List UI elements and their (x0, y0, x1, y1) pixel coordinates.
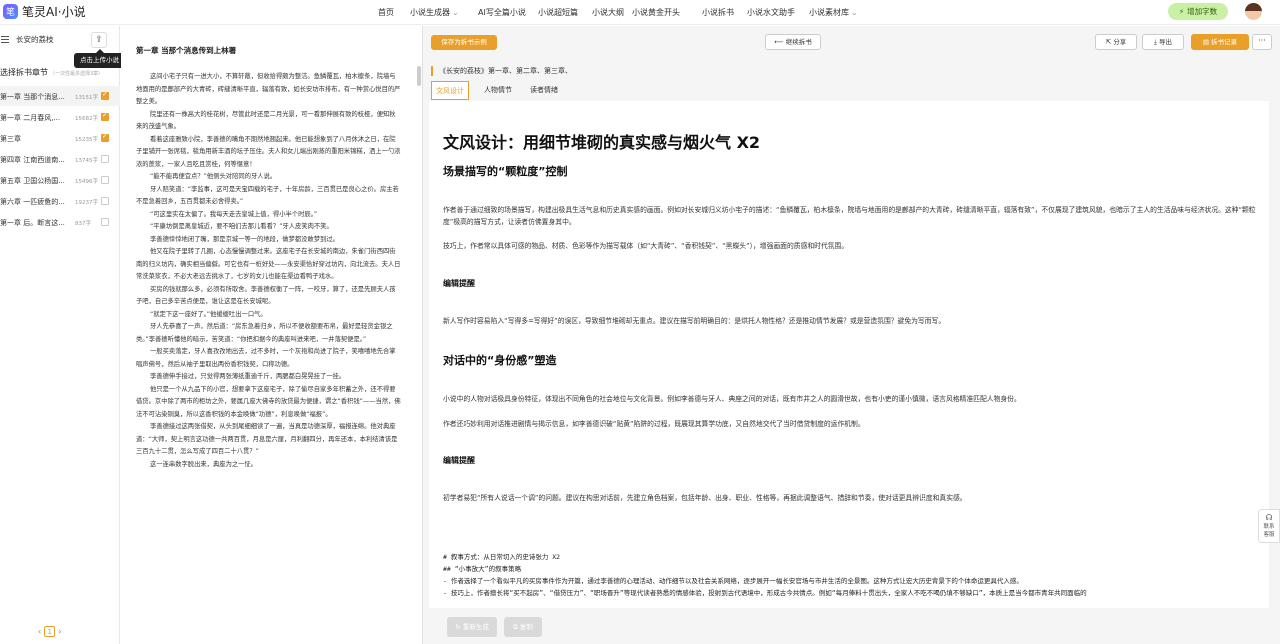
more-button[interactable]: ··· (1252, 34, 1272, 50)
chapter-checkbox[interactable] (101, 111, 109, 121)
chapter-checkbox[interactable] (101, 90, 109, 100)
editor-note-heading: 编辑提醒 (443, 279, 475, 288)
paragraph: “能不能再便宜点？”他侧头对陪同的牙人说。 (150, 173, 277, 180)
continue-breakdown-button[interactable]: ⟵ 继续拆书 (765, 34, 821, 50)
nav-item-home[interactable]: 首页 (378, 7, 394, 18)
share-button[interactable]: ⇱ 分享 (1095, 34, 1137, 50)
paragraph: 这一连串数字脱出来，典座为之一怔。 (150, 460, 258, 468)
selected-chapters: 《长安的荔枝》第一章、第二章、第三章、 (431, 66, 572, 76)
paragraph: 李善德接过这两张借契，从头到尾细细读了一遍，当真是功德深厚，福报连绵。他对典座道… (136, 423, 398, 455)
doc-heading: 文风设计：用细节堆砌的真实感与烟火气 X2 (443, 133, 761, 152)
chapter-checkbox[interactable] (101, 132, 109, 142)
regenerate-button[interactable]: ↻ 重新生成 (447, 617, 497, 637)
chapter-item[interactable]: 第四章 江南西道南... 13745字 (0, 149, 120, 169)
next-page-icon[interactable]: › (58, 627, 61, 636)
paragraph: 看着这座雅致小院，李善德的嘴角不期然地翘起来。他已能想象到了八月休沐之日，在院子… (136, 135, 401, 168)
paragraph: 李善德伸手接过，只觉得两张薄纸重逾千斤，两腮都白晃晃挂了一挂。 (150, 373, 346, 380)
chapter-item[interactable]: 第一章 后。断言这... 837字 (0, 212, 120, 232)
chapter-reader: 第一章 当那个消息传到上林署 这间小宅子只有一进大小，不算轩敞，但收拾得颇为整洁… (121, 26, 422, 644)
chapter-item[interactable]: 第一章 二月春风,... 15682字 (0, 107, 120, 127)
chapter-checkbox[interactable] (101, 218, 109, 226)
markdown-line: - 作者选择了一个看似平凡的买房事件作为开篇，通过李善德的心理活动、动作细节以及… (443, 577, 1023, 585)
tab-characters-plot[interactable]: 人物情节 (480, 81, 516, 100)
chapter-checkbox[interactable] (101, 155, 109, 163)
chevron-down-icon: ⌄ (851, 8, 858, 17)
paragraph: 李善德悻悻地闭了嘴，那是京城一等一的地段，做梦都没敢梦到过。 (150, 235, 339, 243)
copy-button[interactable]: ⧉ 复制 (504, 617, 542, 637)
book-icon: ▤ (1202, 38, 1212, 46)
doc-paragraph: 小说中的人物对话极具身份特征，体现出不同角色的社会地位与文化背景。例如李善德与牙… (443, 395, 1021, 403)
doc-paragraph: 作者善于通过细致的场景描写，构建出极具生活气息和历史真实感的画面。例如对长安城归… (443, 206, 1256, 226)
doc-paragraph: 初学者易犯“所有人说话一个调”的问题。建议在构思对话前，先建立角色档案，包括年龄… (443, 494, 967, 502)
section-title: 选择拆书章节 （一次性最多选择3章） (0, 68, 104, 77)
main-nav: 首页 小说生成器 ⌄ AI写全篇小说 小说超短篇 小说大纲 小说黄金开头 小说拆书… (0, 7, 1280, 19)
chapter-sidebar: 长安的荔枝 ⇪ 点击上传小说 选择拆书章节 （一次性最多选择3章） 第一章 当那个… (0, 26, 125, 644)
section-heading: 对话中的“身份感”塑造 (443, 354, 557, 367)
markdown-line: - 技巧上，作者擅长将“买不起房”、“借贷压力”、“职场晋升”等现代读者熟悉的情… (443, 589, 1087, 597)
nav-item-generator[interactable]: 小说生成器 ⌄ (410, 7, 459, 18)
paragraph: 这间小宅子只有一进大小，不算轩敞，但收拾得颇为整洁。鱼鳞覆瓦，柏木檩条，院墙与地… (136, 73, 401, 105)
export-button[interactable]: ⤓ 导出 (1142, 34, 1184, 50)
prev-page-icon[interactable]: ‹ (38, 627, 41, 636)
customer-service-button[interactable]: ☊ 联系 客服 (1258, 509, 1280, 543)
nav-item-full-novel[interactable]: AI写全篇小说 (478, 7, 526, 18)
doc-paragraph: 技巧上，作者常以具体可感的物品、材质、色彩等作为描写载体（如“大青砖”、“香积钱… (443, 242, 849, 250)
tab-style-design[interactable]: 文风设计 (431, 81, 469, 100)
chapter-text: 这间小宅子只有一进大小，不算轩敞，但收拾得颇为整洁。鱼鳞覆瓦，柏木檩条，院墙与地… (136, 71, 401, 471)
breakdown-pane: 保存为拆书示例 ⟵ 继续拆书 ⇱ 分享 ⤓ 导出 ▤ 拆书记录 ··· 《长安的… (423, 26, 1280, 644)
page-number[interactable]: 1 (44, 626, 56, 637)
refresh-icon: ↻ (455, 623, 463, 631)
breakdown-document: 文风设计：用细节堆砌的真实感与烟火气 X2 场景描写的“颗粒度”控制 作者善于通… (429, 101, 1269, 608)
paragraph: 他只是一个从九品下的小官，想要拿下这座宅子，除了偷尽自家多年积蓄之外，还不得要借… (136, 385, 401, 418)
nav-item-materials[interactable]: 小说素材库 ⌄ (809, 7, 858, 18)
paragraph: “可这里实在太偏了。我每天走去皇城上值，得小半个时辰。” (150, 210, 318, 218)
nav-item-breakdown[interactable]: 小说拆书 (702, 7, 734, 18)
tab-reader-emotion[interactable]: 读者情绪 (526, 81, 562, 100)
paragraph: 院里还有一株高大的桂花树，尽管此时还是二月光景，可一看那伸展有致的枝桠，便知秋来… (136, 110, 396, 131)
headset-icon: ☊ (1265, 513, 1273, 522)
nav-item-short[interactable]: 小说超短篇 (538, 7, 578, 18)
section-hint: （一次性最多选择3章） (50, 71, 104, 77)
paragraph: 他又在院子里转了几圈，心态慢慢调整过来。这座宅子在长安城的南边，朱雀门街西四街南… (136, 248, 401, 280)
menu-icon[interactable] (1, 36, 9, 45)
nav-item-filler[interactable]: 小说水文助手 (747, 7, 795, 18)
copy-icon: ⧉ (513, 623, 520, 631)
section-heading: 场景描写的“颗粒度”控制 (443, 165, 568, 178)
reader-scrollbar[interactable] (417, 66, 421, 86)
arrow-left-icon: ⟵ (774, 38, 786, 46)
upload-icon: ⇪ (95, 35, 103, 45)
chapter-title: 第一章 当那个消息传到上林署 (136, 46, 237, 55)
doc-paragraph: 新人写作时容易陷入“写得多=写得好”的误区，导致细节堆砌却无重点。建议在描写前明… (443, 317, 946, 325)
bolt-icon: ⚡ (1178, 7, 1185, 16)
chapter-item[interactable]: 第六章 一匹疲惫的... 19237字 (0, 191, 120, 211)
chapter-item[interactable]: 第三章 15235字 (0, 128, 120, 148)
chapter-item[interactable]: 第一章 当那个消息... 13151字 (0, 86, 120, 106)
chapter-item[interactable]: 第五章 卫国公杨国... 15496字 (0, 170, 120, 190)
editor-note-heading: 编辑提醒 (443, 456, 475, 465)
book-title: 长安的荔枝 (16, 35, 54, 44)
chapter-checkbox[interactable] (101, 197, 109, 205)
upload-tooltip: 点击上传小说 (74, 49, 125, 68)
chevron-down-icon: ⌄ (452, 8, 459, 17)
save-example-button[interactable]: 保存为拆书示例 (431, 35, 497, 50)
sidebar-header: 长安的荔枝 ⇪ (0, 32, 120, 48)
chapter-checkbox[interactable] (101, 176, 109, 184)
avatar[interactable] (1245, 3, 1262, 20)
doc-paragraph: 作者还巧妙利用对话推进剧情与揭示信息，如李善德识破“贴黄”陷阱的过程，既展现其算… (443, 420, 865, 428)
paragraph: 牙人先恭喜了一声，然后道：“房东急着归乡，所以不便收额要布帛，最好是轻货金银之类… (136, 323, 393, 343)
nav-item-outline[interactable]: 小说大纲 (592, 7, 624, 18)
breakdown-history-button[interactable]: ▤ 拆书记录 (1191, 34, 1249, 50)
upload-button[interactable]: ⇪ (91, 32, 107, 48)
markdown-line: # 叙事方式：从日常切入的史诗张力 X2 (443, 553, 561, 561)
paragraph: “平康坊倒是离皇城近，要不咱们去那儿看看？”牙人皮笑肉不笑。 (150, 223, 333, 230)
nav-item-opening[interactable]: 小说黄金开头 (632, 7, 680, 18)
pagination: ‹ 1 › (38, 626, 61, 637)
paragraph: “就定下这一座好了。”他缓缓吐出一口气。 (150, 310, 267, 318)
add-words-button[interactable]: ⚡ 增加字数 (1168, 3, 1228, 20)
paragraph: 一般买卖落定，牙人喜孜孜地出去，过不多时，一个灰袍和尚进了院子，笑嘻嘻地先合掌唱… (136, 348, 396, 368)
markdown-line: ## “小事放大”的叙事策略 (443, 565, 522, 573)
paragraph: 买房的钱就那么多，必须有所取舍。李善德权衡了一阵，一咬牙，算了，还是先顾夫人孩子… (136, 285, 396, 306)
top-navbar: 笔 笔灵AI·小说 首页 小说生成器 ⌄ AI写全篇小说 小说超短篇 小说大纲 小… (0, 0, 1280, 25)
paragraph: 牙人赔笑道：“李监事，这可是天宝四载的宅子，十年房龄，三百贯已是良心之价。房主若… (136, 185, 399, 206)
